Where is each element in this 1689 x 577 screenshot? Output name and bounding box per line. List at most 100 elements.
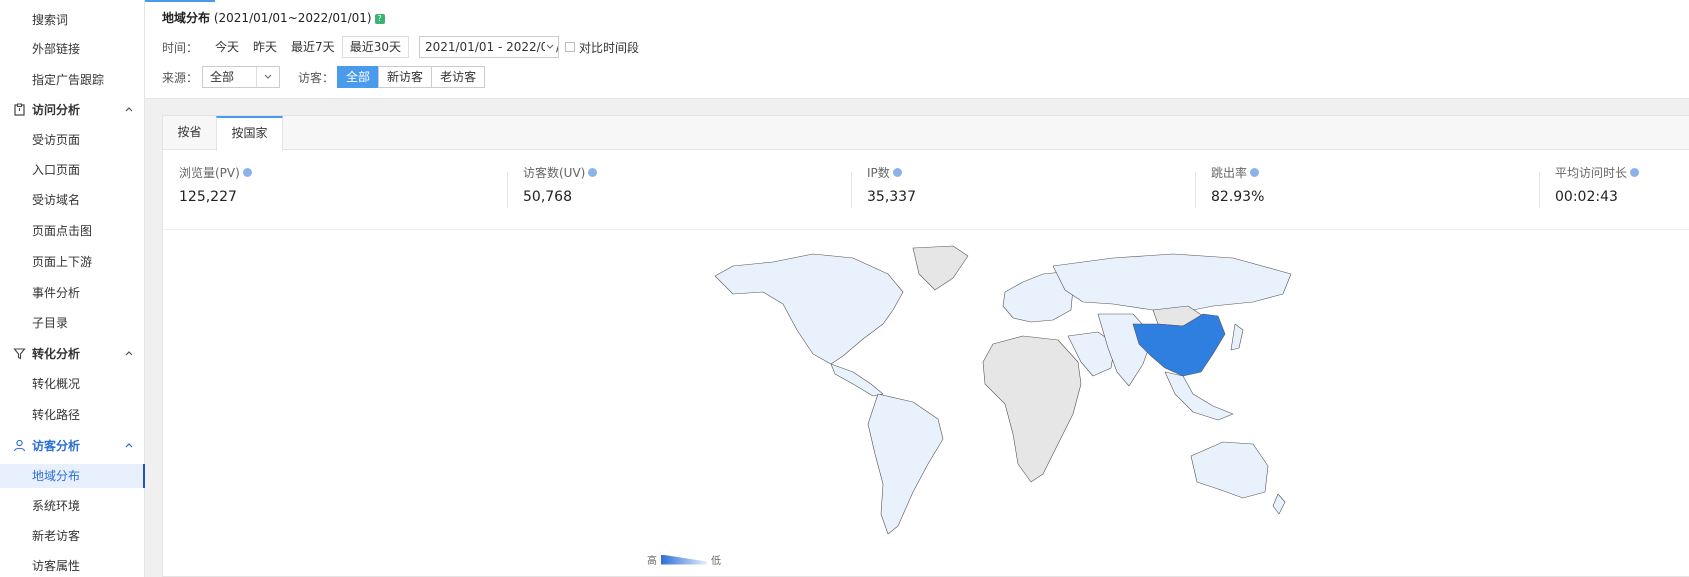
sidebar-item-page-flow[interactable]: 页面上下游 bbox=[0, 250, 145, 274]
sidebar-item-subdirectory[interactable]: 子目录 bbox=[0, 311, 145, 335]
chevron-up-icon bbox=[125, 351, 133, 356]
metric-value: 35,337 bbox=[867, 189, 916, 205]
help-icon[interactable] bbox=[1250, 168, 1260, 177]
time-label: 时间： bbox=[162, 40, 199, 55]
tab-by-country[interactable]: 按国家 bbox=[216, 116, 283, 151]
clipboard-icon bbox=[14, 103, 25, 116]
page-title: 地域分布 (2021/01/01~2022/01/01)? bbox=[162, 9, 385, 26]
quick-today-button[interactable]: 今天 bbox=[208, 37, 246, 57]
visitor-label: 访客： bbox=[298, 70, 335, 85]
map-region-central-america bbox=[830, 363, 884, 397]
metric-uv: 访客数(UV) 50,768 bbox=[523, 164, 598, 214]
divider bbox=[507, 172, 508, 208]
time-filter-row: 时间： 今天 昨天 最近7天 最近30天 2021/01/01 - 2022/0… bbox=[162, 36, 639, 58]
chevron-down-icon bbox=[544, 41, 555, 53]
title-text: 地域分布 bbox=[162, 11, 211, 25]
sidebar-group-visitor-analysis[interactable]: 访客分析 bbox=[0, 434, 145, 458]
help-icon[interactable]: ? bbox=[374, 14, 385, 24]
map-region-australia bbox=[1190, 441, 1269, 499]
chevron-down-icon bbox=[264, 74, 272, 79]
quick-7days-button[interactable]: 最近7天 bbox=[284, 37, 342, 57]
map-region-africa bbox=[982, 335, 1082, 483]
map-region-north-america bbox=[714, 253, 904, 365]
sidebar-group-visit-analysis[interactable]: 访问分析 bbox=[0, 98, 145, 122]
group-label: 转化分析 bbox=[32, 347, 81, 361]
group-label: 访问分析 bbox=[32, 103, 81, 117]
sidebar-item-conversion-path[interactable]: 转化路径 bbox=[0, 403, 145, 427]
accent-bar bbox=[145, 0, 215, 2]
visitor-segmented-control: 全部 新访客 老访客 bbox=[337, 66, 486, 88]
help-icon[interactable] bbox=[892, 168, 902, 177]
tab-by-province[interactable]: 按省 bbox=[163, 116, 216, 150]
metric-value: 125,227 bbox=[179, 189, 237, 205]
map-region-new-zealand bbox=[1272, 493, 1286, 515]
metric-avg-duration: 平均访问时长 00:02:43 bbox=[1555, 164, 1640, 214]
legend-high-label: 高 bbox=[647, 556, 657, 567]
source-select[interactable]: 全部 bbox=[202, 66, 281, 88]
user-icon bbox=[13, 439, 26, 452]
metric-bounce-rate: 跳出率 82.93% bbox=[1211, 164, 1264, 214]
source-filter-row: 来源： 全部 访客： 全部 新访客 老访客 bbox=[162, 66, 486, 88]
metric-pv: 浏览量(PV) 125,227 bbox=[179, 164, 252, 214]
divider bbox=[1195, 172, 1196, 208]
help-icon[interactable] bbox=[1630, 168, 1640, 177]
group-label: 访客分析 bbox=[32, 439, 81, 453]
divider bbox=[851, 172, 852, 208]
sidebar-group-conversion-analysis[interactable]: 转化分析 bbox=[0, 342, 145, 366]
map-region-southeast-asia bbox=[1164, 371, 1234, 421]
metric-value: 50,768 bbox=[523, 189, 572, 205]
map-region-russia bbox=[1052, 253, 1292, 313]
metric-label: IP数 bbox=[867, 166, 890, 180]
geo-report-panel: 按省 按国家 浏览量(PV) 125,227 访客数(UV) 50,768 IP… bbox=[162, 115, 1689, 577]
metric-label: 平均访问时长 bbox=[1555, 166, 1628, 180]
legend-low-label: 低 bbox=[711, 556, 721, 567]
sidebar-item-visited-pages[interactable]: 受访页面 bbox=[0, 128, 145, 152]
quick-yesterday-button[interactable]: 昨天 bbox=[246, 37, 284, 57]
sidebar-item-event-analysis[interactable]: 事件分析 bbox=[0, 281, 145, 305]
sidebar-item-system-environment[interactable]: 系统环境 bbox=[0, 494, 145, 518]
sidebar-item-conversion-overview[interactable]: 转化概况 bbox=[0, 372, 145, 396]
map-region-south-america bbox=[867, 393, 944, 535]
compare-checkbox[interactable] bbox=[564, 42, 575, 52]
sidebar-item-new-returning[interactable]: 新老访客 bbox=[0, 524, 145, 548]
map-legend: 高 低 bbox=[647, 552, 721, 567]
sidebar-item-entry-pages[interactable]: 入口页面 bbox=[0, 158, 145, 182]
metrics-row: 浏览量(PV) 125,227 访客数(UV) 50,768 IP数 35,33… bbox=[163, 150, 1689, 230]
sidebar-item-visited-domains[interactable]: 受访域名 bbox=[0, 188, 145, 212]
source-value: 全部 bbox=[210, 70, 235, 84]
quick-30days-button[interactable]: 最近30天 bbox=[341, 36, 409, 58]
compare-label: 对比时间段 bbox=[578, 40, 639, 55]
metric-label: 浏览量(PV) bbox=[179, 166, 240, 180]
funnel-icon bbox=[13, 348, 26, 360]
visitor-all-button[interactable]: 全部 bbox=[337, 66, 380, 88]
legend-gradient bbox=[661, 554, 707, 565]
filter-panel: 地域分布 (2021/01/01~2022/01/01)? 时间： 今天 昨天 … bbox=[145, 0, 1689, 99]
date-range-picker[interactable]: 2021/01/01 - 2022/01/01 bbox=[418, 36, 559, 58]
range-note: (2021/01/01~2022/01/01) bbox=[213, 11, 372, 25]
visitor-returning-button[interactable]: 老访客 bbox=[431, 66, 486, 88]
map-region-greenland bbox=[912, 245, 969, 291]
world-map[interactable] bbox=[713, 244, 1293, 544]
metric-ip: IP数 35,337 bbox=[867, 164, 916, 214]
sidebar-item-ad-tracking[interactable]: 指定广告跟踪 bbox=[0, 68, 145, 92]
sidebar-item-visitor-attributes[interactable]: 访客属性 bbox=[0, 554, 145, 577]
sidebar-item-geo-distribution[interactable]: 地域分布 bbox=[0, 464, 145, 488]
sidebar-item-external-links[interactable]: 外部链接 bbox=[0, 37, 145, 61]
divider bbox=[1539, 172, 1540, 208]
map-region-japan bbox=[1230, 323, 1244, 351]
sidebar: 搜索词 外部链接 指定广告跟踪 访问分析 受访页面 入口页面 受访域名 页面点击… bbox=[0, 0, 145, 577]
visitor-new-button[interactable]: 新访客 bbox=[378, 66, 433, 88]
metric-label: 跳出率 bbox=[1211, 166, 1248, 180]
sidebar-item-click-map[interactable]: 页面点击图 bbox=[0, 219, 145, 243]
tab-bar: 按省 按国家 bbox=[163, 116, 1689, 151]
date-range-value: 2021/01/01 - 2022/01/01 bbox=[424, 40, 558, 54]
source-label: 来源： bbox=[162, 70, 199, 85]
help-icon[interactable] bbox=[588, 168, 598, 177]
metric-value: 82.93% bbox=[1211, 189, 1265, 205]
metric-value: 00:02:43 bbox=[1555, 189, 1618, 205]
help-icon[interactable] bbox=[242, 168, 252, 177]
select-divider bbox=[256, 67, 258, 87]
metric-label: 访客数(UV) bbox=[523, 166, 586, 180]
chevron-up-icon bbox=[125, 443, 133, 448]
sidebar-item-search-terms[interactable]: 搜索词 bbox=[0, 8, 145, 32]
